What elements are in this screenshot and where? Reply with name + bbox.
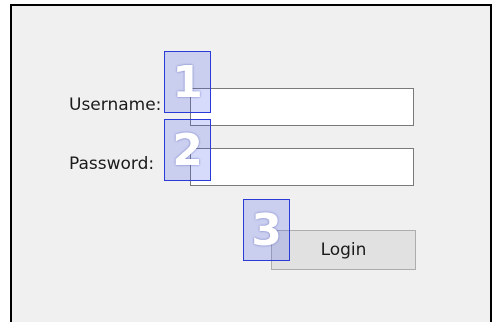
login-button-label: Login — [320, 240, 367, 260]
login-button[interactable]: Login — [271, 230, 416, 270]
username-field[interactable] — [190, 88, 414, 126]
password-label: Password: — [69, 154, 155, 174]
username-label: Username: — [69, 95, 162, 115]
password-field[interactable] — [190, 148, 414, 186]
